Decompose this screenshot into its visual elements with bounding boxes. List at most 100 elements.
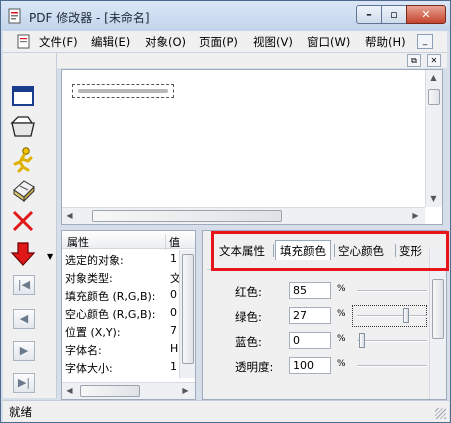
property-name: 字体名:	[65, 344, 102, 357]
property-row[interactable]: 位置 (X,Y): 7	[62, 322, 180, 339]
tab-separator	[334, 244, 335, 257]
menu-view[interactable]: 视图(V)	[253, 34, 293, 50]
open-folder-icon	[10, 116, 35, 137]
green-input[interactable]: 27	[289, 307, 331, 324]
properties-vertical-scrollbar[interactable]	[179, 250, 195, 378]
mdi-restore-button[interactable]: ⧉	[407, 54, 421, 67]
scroll-left-icon[interactable]: ◀	[62, 208, 77, 223]
property-row[interactable]: 选定的对象: 1	[62, 250, 180, 267]
print-button[interactable]	[9, 175, 37, 203]
canvas-hscroll-thumb[interactable]	[92, 210, 282, 222]
minimize-icon: –	[366, 8, 372, 21]
property-row[interactable]: 字体大小: 1	[62, 358, 180, 375]
tab-panel-vertical-scrollbar[interactable]	[429, 249, 446, 399]
dropdown-arrow-icon[interactable]: ▼	[47, 252, 53, 261]
opacity-percent: %	[337, 359, 346, 369]
tab-separator	[273, 244, 274, 257]
column-header-property[interactable]: 属性	[67, 234, 89, 250]
property-row[interactable]: 字体名: H	[62, 340, 180, 357]
menu-help[interactable]: 帮助(H)	[365, 34, 406, 50]
opacity-input[interactable]: 100	[289, 357, 331, 374]
delete-button[interactable]	[9, 207, 37, 235]
red-input[interactable]: 85	[289, 282, 331, 299]
menu-file[interactable]: 文件(F)	[39, 34, 78, 50]
property-row[interactable]: 填充颜色 (R,G,B): 0	[62, 286, 180, 303]
last-page-button[interactable]: ▶|	[13, 373, 35, 393]
tab-strip: 文本属性 填充颜色 空心颜色 变形	[213, 239, 428, 261]
next-page-button[interactable]: ▶	[13, 341, 35, 361]
tab-text-properties[interactable]: 文本属性	[219, 243, 265, 259]
status-bar: 就绪	[3, 400, 449, 422]
prev-page-button[interactable]: ◀	[13, 309, 35, 329]
green-row: 绿色: 27 %	[207, 305, 427, 327]
canvas-vertical-scrollbar[interactable]: ▲ ▼	[425, 70, 442, 207]
properties-list[interactable]: 属性 值 选定的对象: 1 对象类型: 文 填充颜色 (R,G,B): 0 空心…	[61, 230, 196, 400]
tab-fill-color[interactable]: 填充颜色	[275, 240, 331, 260]
opacity-label: 透明度:	[235, 360, 274, 374]
open-button[interactable]	[9, 113, 37, 141]
title-bar[interactable]: PDF 修改器 - [未命名] – ▫ ✕	[1, 1, 450, 31]
property-name: 字体大小:	[65, 362, 113, 375]
red-slider[interactable]	[357, 290, 427, 292]
red-row: 红色: 85 %	[207, 280, 427, 302]
minimize-button[interactable]: –	[356, 5, 382, 24]
opacity-row: 透明度: 100 %	[207, 355, 427, 377]
mdi-minimize-button[interactable]: _	[417, 34, 433, 49]
blue-slider-thumb[interactable]	[359, 333, 365, 348]
property-row[interactable]: 空心颜色 (R,G,B): 0	[62, 304, 180, 321]
canvas-horizontal-scrollbar[interactable]: ◀ ▶	[62, 207, 425, 224]
property-name: 对象类型:	[65, 272, 113, 285]
scroll-right-icon[interactable]: ▶	[408, 208, 423, 223]
left-toolbar: ▼ |◀ ◀ ▶ ▶|	[3, 53, 57, 398]
app-icon	[7, 8, 23, 24]
window-icon	[12, 86, 34, 106]
menu-bar: 文件(F) 编辑(E) 对象(O) 页面(P) 视图(V) 窗口(W) 帮助(H…	[3, 31, 447, 53]
mdi-close-button[interactable]: ✕	[427, 54, 441, 67]
red-label: 红色:	[235, 285, 262, 299]
property-name: 填充颜色 (R,G,B):	[65, 290, 156, 303]
app-window: PDF 修改器 - [未命名] – ▫ ✕ 文件(F) 编辑(E) 对象(O) …	[0, 0, 451, 423]
canvas-vscroll-thumb[interactable]	[428, 89, 440, 105]
resize-grip-icon[interactable]	[435, 408, 446, 419]
property-name: 位置 (X,Y):	[65, 326, 121, 339]
document-icon[interactable]	[17, 34, 31, 49]
page-canvas[interactable]: ▲ ▼ ◀ ▶	[61, 69, 443, 225]
green-slider-thumb[interactable]	[403, 308, 409, 323]
properties-hscroll-thumb[interactable]	[80, 385, 140, 397]
move-down-button[interactable]	[9, 239, 37, 267]
property-name: 空心颜色 (R,G,B):	[65, 308, 156, 321]
menu-page[interactable]: 页面(P)	[199, 34, 238, 50]
tab-transform[interactable]: 变形	[399, 243, 422, 259]
scroll-up-icon[interactable]: ▲	[426, 70, 441, 85]
scroll-left-icon[interactable]: ◀	[62, 383, 77, 398]
down-arrow-icon	[10, 242, 36, 266]
maximize-button[interactable]: ▫	[381, 5, 407, 24]
run-button[interactable]	[9, 145, 37, 173]
maximize-icon: ▫	[390, 8, 398, 21]
properties-vscroll-thumb[interactable]	[182, 254, 194, 364]
scroll-down-icon[interactable]: ▼	[426, 191, 441, 206]
tab-stroke-color[interactable]: 空心颜色	[338, 243, 384, 259]
column-header-value[interactable]: 值	[165, 234, 185, 250]
menu-window[interactable]: 窗口(W)	[307, 34, 350, 50]
menu-edit[interactable]: 编辑(E)	[91, 34, 130, 50]
fill-color-content: 红色: 85 % 绿色: 27 % 蓝色: 0 % 透明度: 100 %	[207, 269, 427, 397]
close-button[interactable]: ✕	[406, 5, 446, 24]
tab-panel-vscroll-thumb[interactable]	[432, 279, 444, 339]
printer-icon	[13, 180, 35, 203]
green-label: 绿色:	[235, 310, 262, 324]
scroll-right-icon[interactable]: ▶	[178, 383, 193, 398]
window-title: PDF 修改器 - [未命名]	[29, 11, 150, 25]
new-window-button[interactable]	[9, 83, 37, 111]
green-percent: %	[337, 309, 346, 319]
blue-input[interactable]: 0	[289, 332, 331, 349]
first-page-button[interactable]: |◀	[13, 275, 35, 295]
menu-object[interactable]: 对象(O)	[145, 34, 186, 50]
blue-slider[interactable]	[357, 340, 427, 342]
style-tab-panel: 文本属性 填充颜色 空心颜色 变形 红色: 85 % 绿色: 27 % 蓝色: …	[202, 230, 447, 400]
blurred-text	[78, 89, 168, 93]
properties-horizontal-scrollbar[interactable]: ◀ ▶	[62, 382, 195, 399]
opacity-slider[interactable]	[357, 365, 427, 367]
green-slider[interactable]	[357, 315, 427, 317]
property-row[interactable]: 对象类型: 文	[62, 268, 180, 285]
